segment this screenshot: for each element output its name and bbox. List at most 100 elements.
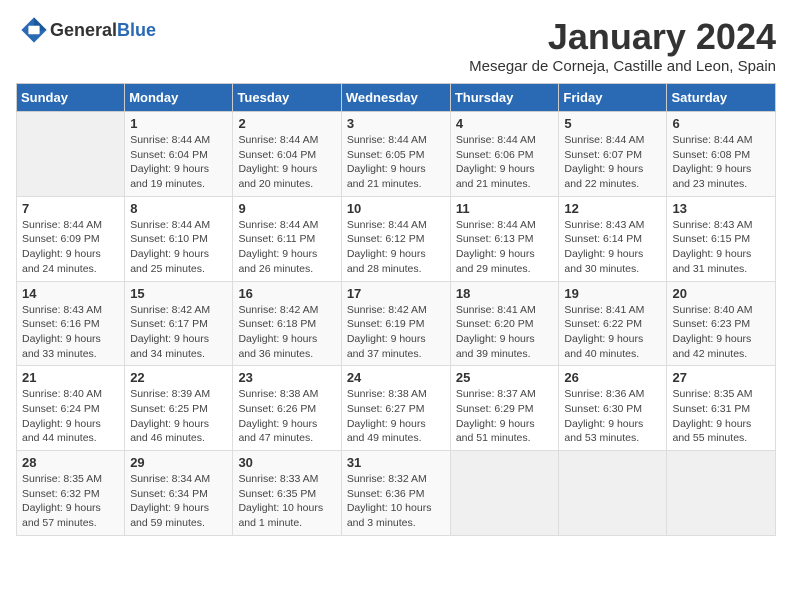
day-info: Sunrise: 8:34 AM Sunset: 6:34 PM Dayligh… [130,472,227,531]
sunrise-text: Sunrise: 8:34 AM [130,473,210,485]
daylight-text: Daylight: 9 hours and 42 minutes. [672,333,751,360]
month-title: January 2024 [469,16,776,58]
day-info: Sunrise: 8:44 AM Sunset: 6:04 PM Dayligh… [130,133,227,192]
daylight-text: Daylight: 9 hours and 51 minutes. [456,418,535,445]
sunrise-text: Sunrise: 8:36 AM [564,388,644,400]
table-row: 27 Sunrise: 8:35 AM Sunset: 6:31 PM Dayl… [667,366,776,451]
logo-general-text: General [50,20,117,40]
sunset-text: Sunset: 6:18 PM [238,318,316,330]
sunset-text: Sunset: 6:30 PM [564,403,642,415]
table-row: 2 Sunrise: 8:44 AM Sunset: 6:04 PM Dayli… [233,112,341,197]
daylight-text: Daylight: 9 hours and 24 minutes. [22,248,101,275]
sunset-text: Sunset: 6:14 PM [564,233,642,245]
sunset-text: Sunset: 6:11 PM [238,233,315,245]
header-wednesday: Wednesday [341,84,450,112]
day-info: Sunrise: 8:43 AM Sunset: 6:15 PM Dayligh… [672,218,770,277]
table-row: 24 Sunrise: 8:38 AM Sunset: 6:27 PM Dayl… [341,366,450,451]
table-row: 18 Sunrise: 8:41 AM Sunset: 6:20 PM Dayl… [450,281,559,366]
table-row: 31 Sunrise: 8:32 AM Sunset: 6:36 PM Dayl… [341,451,450,536]
sunrise-text: Sunrise: 8:44 AM [238,134,318,146]
calendar-table: Sunday Monday Tuesday Wednesday Thursday… [16,83,776,536]
daylight-text: Daylight: 9 hours and 30 minutes. [564,248,643,275]
header-saturday: Saturday [667,84,776,112]
daylight-text: Daylight: 9 hours and 20 minutes. [238,163,317,190]
table-row: 19 Sunrise: 8:41 AM Sunset: 6:22 PM Dayl… [559,281,667,366]
sunset-text: Sunset: 6:31 PM [672,403,750,415]
day-info: Sunrise: 8:44 AM Sunset: 6:10 PM Dayligh… [130,218,227,277]
sunrise-text: Sunrise: 8:42 AM [130,304,210,316]
header-monday: Monday [125,84,233,112]
sunset-text: Sunset: 6:05 PM [347,149,425,161]
day-info: Sunrise: 8:43 AM Sunset: 6:14 PM Dayligh… [564,218,661,277]
table-row: 5 Sunrise: 8:44 AM Sunset: 6:07 PM Dayli… [559,112,667,197]
daylight-text: Daylight: 9 hours and 31 minutes. [672,248,751,275]
day-number: 23 [238,370,335,385]
sunset-text: Sunset: 6:27 PM [347,403,425,415]
daylight-text: Daylight: 9 hours and 37 minutes. [347,333,426,360]
day-number: 11 [456,201,554,216]
sunset-text: Sunset: 6:25 PM [130,403,208,415]
table-row: 10 Sunrise: 8:44 AM Sunset: 6:12 PM Dayl… [341,196,450,281]
day-number: 25 [456,370,554,385]
daylight-text: Daylight: 9 hours and 55 minutes. [672,418,751,445]
sunrise-text: Sunrise: 8:44 AM [22,219,102,231]
sunrise-text: Sunrise: 8:38 AM [347,388,427,400]
day-info: Sunrise: 8:44 AM Sunset: 6:13 PM Dayligh… [456,218,554,277]
daylight-text: Daylight: 9 hours and 59 minutes. [130,502,209,529]
sunrise-text: Sunrise: 8:44 AM [456,134,536,146]
day-number: 29 [130,455,227,470]
daylight-text: Daylight: 9 hours and 39 minutes. [456,333,535,360]
day-info: Sunrise: 8:39 AM Sunset: 6:25 PM Dayligh… [130,387,227,446]
daylight-text: Daylight: 9 hours and 28 minutes. [347,248,426,275]
sunset-text: Sunset: 6:06 PM [456,149,534,161]
sunset-text: Sunset: 6:04 PM [238,149,316,161]
day-number: 1 [130,116,227,131]
sunrise-text: Sunrise: 8:40 AM [22,388,102,400]
sunset-text: Sunset: 6:16 PM [22,318,100,330]
sunset-text: Sunset: 6:24 PM [22,403,100,415]
table-row: 16 Sunrise: 8:42 AM Sunset: 6:18 PM Dayl… [233,281,341,366]
day-number: 28 [22,455,119,470]
logo-text: GeneralBlue [50,20,156,41]
day-number: 30 [238,455,335,470]
table-row: 30 Sunrise: 8:33 AM Sunset: 6:35 PM Dayl… [233,451,341,536]
daylight-text: Daylight: 9 hours and 29 minutes. [456,248,535,275]
logo: GeneralBlue [16,16,156,44]
sunrise-text: Sunrise: 8:33 AM [238,473,318,485]
day-info: Sunrise: 8:32 AM Sunset: 6:36 PM Dayligh… [347,472,445,531]
table-row: 3 Sunrise: 8:44 AM Sunset: 6:05 PM Dayli… [341,112,450,197]
day-info: Sunrise: 8:43 AM Sunset: 6:16 PM Dayligh… [22,303,119,362]
table-row: 4 Sunrise: 8:44 AM Sunset: 6:06 PM Dayli… [450,112,559,197]
day-info: Sunrise: 8:42 AM Sunset: 6:19 PM Dayligh… [347,303,445,362]
daylight-text: Daylight: 9 hours and 49 minutes. [347,418,426,445]
table-row: 6 Sunrise: 8:44 AM Sunset: 6:08 PM Dayli… [667,112,776,197]
sunset-text: Sunset: 6:04 PM [130,149,208,161]
table-row: 28 Sunrise: 8:35 AM Sunset: 6:32 PM Dayl… [17,451,125,536]
day-number: 5 [564,116,661,131]
sunrise-text: Sunrise: 8:44 AM [238,219,318,231]
day-info: Sunrise: 8:44 AM Sunset: 6:11 PM Dayligh… [238,218,335,277]
sunrise-text: Sunrise: 8:44 AM [672,134,752,146]
sunset-text: Sunset: 6:09 PM [22,233,100,245]
table-row: 22 Sunrise: 8:39 AM Sunset: 6:25 PM Dayl… [125,366,233,451]
sunset-text: Sunset: 6:23 PM [672,318,750,330]
day-number: 26 [564,370,661,385]
sunrise-text: Sunrise: 8:35 AM [22,473,102,485]
sunrise-text: Sunrise: 8:44 AM [347,134,427,146]
day-info: Sunrise: 8:44 AM Sunset: 6:06 PM Dayligh… [456,133,554,192]
sunset-text: Sunset: 6:10 PM [130,233,208,245]
sunrise-text: Sunrise: 8:41 AM [564,304,644,316]
sunset-text: Sunset: 6:35 PM [238,488,316,500]
title-block: January 2024 Mesegar de Corneja, Castill… [469,16,776,75]
table-row: 12 Sunrise: 8:43 AM Sunset: 6:14 PM Dayl… [559,196,667,281]
sunset-text: Sunset: 6:22 PM [564,318,642,330]
sunset-text: Sunset: 6:07 PM [564,149,642,161]
sunrise-text: Sunrise: 8:44 AM [130,134,210,146]
sunrise-text: Sunrise: 8:44 AM [130,219,210,231]
logo-blue-text: Blue [117,20,156,40]
sunrise-text: Sunrise: 8:35 AM [672,388,752,400]
daylight-text: Daylight: 9 hours and 19 minutes. [130,163,209,190]
calendar-week-row: 28 Sunrise: 8:35 AM Sunset: 6:32 PM Dayl… [17,451,776,536]
day-info: Sunrise: 8:44 AM Sunset: 6:04 PM Dayligh… [238,133,335,192]
table-row: 8 Sunrise: 8:44 AM Sunset: 6:10 PM Dayli… [125,196,233,281]
